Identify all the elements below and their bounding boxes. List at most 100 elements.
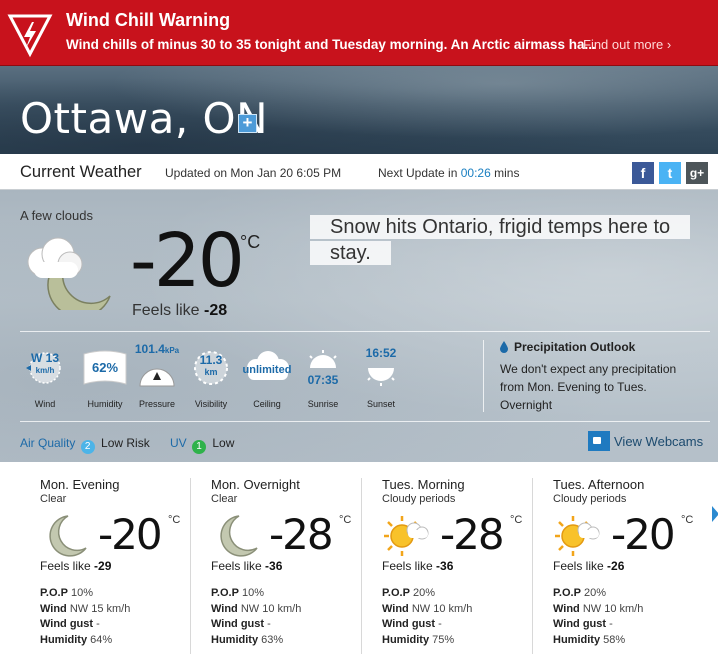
forecast-condition: Cloudy periods xyxy=(382,493,456,505)
find-out-more-link[interactable]: Find out more › xyxy=(583,37,671,52)
humidity-value: 62% xyxy=(91,360,119,375)
city-name: Ottawa, ON xyxy=(20,94,268,143)
current-conditions-panel: A few clouds -20 °C Feels like -28 Snow … xyxy=(0,190,718,462)
forecast-separator xyxy=(532,478,533,654)
gust-value: - xyxy=(267,618,271,630)
feels-like-value: -29 xyxy=(94,559,112,573)
wind-value: W 13 xyxy=(30,351,59,365)
current-feels-like: Feels like -28 xyxy=(132,302,227,320)
forecast-condition: Cloudy periods xyxy=(553,493,627,505)
precip-outlook-text: We don't expect any precipitation from M… xyxy=(500,362,677,412)
forecast-condition: Clear xyxy=(40,493,67,505)
forecast-temperature: -28 xyxy=(269,510,334,559)
humidity-row: Humidity 58% xyxy=(553,633,643,649)
feels-like-value: -28 xyxy=(204,302,228,319)
forecast-period: Mon. Evening xyxy=(40,477,120,492)
view-webcams-label[interactable]: View Webcams xyxy=(614,434,703,449)
wind-label: Wind xyxy=(40,602,67,615)
humidity-label: Humidity xyxy=(211,633,259,646)
humidity-value: 58% xyxy=(603,633,626,646)
wind-value: NW 15 km/h xyxy=(69,602,131,615)
air-quality-badge: 2 xyxy=(80,440,95,454)
gust-label: Wind gust xyxy=(211,618,265,630)
humidity-value: 63% xyxy=(261,633,284,646)
feels-like-value: -36 xyxy=(436,559,454,573)
gust-label: Wind gust xyxy=(553,618,607,630)
air-quality-risk: Low Risk xyxy=(101,436,150,450)
forecast-separator xyxy=(190,478,191,654)
forecast-temperature: -20 xyxy=(98,510,163,559)
news-headline[interactable]: Snow hits Ontario, frigid temps here to … xyxy=(310,214,691,266)
forecast-card: Mon. Evening Clear -20 °C Feels like -29… xyxy=(40,462,210,662)
gust-value: - xyxy=(96,618,100,630)
facebook-icon[interactable]: f xyxy=(632,162,654,184)
uv-label[interactable]: UV xyxy=(170,436,187,450)
pop-label: P.O.P xyxy=(553,587,581,599)
uv-index[interactable]: UV 1 Low xyxy=(170,436,234,454)
forecast-feels-like: Feels like -29 xyxy=(40,559,111,573)
add-city-button[interactable]: + xyxy=(238,114,257,133)
humidity-label: Humidity xyxy=(553,633,601,646)
humidity-row: Humidity 64% xyxy=(40,633,130,649)
forecast-details: P.O.P 10% Wind NW 10 km/h Wind gust - Hu… xyxy=(211,586,301,648)
gust-value: - xyxy=(438,618,442,630)
forecast-temp-unit: °C xyxy=(339,514,352,526)
next-update-unit: mins xyxy=(494,166,520,180)
forecast-card: Mon. Overnight Clear -28 °C Feels like -… xyxy=(211,462,381,662)
forecast-temp-unit: °C xyxy=(510,514,523,526)
pop-value: 10% xyxy=(71,587,94,599)
metric-wind: W 13 km/h Wind xyxy=(18,346,72,416)
humidity-row: Humidity 63% xyxy=(211,633,301,649)
forecast-feels-like: Feels like -36 xyxy=(382,559,453,573)
next-update-label: Next Update in xyxy=(378,166,458,180)
wind-unit: km/h xyxy=(35,366,55,375)
forecast-row: Mon. Evening Clear -20 °C Feels like -29… xyxy=(0,462,718,662)
feels-like-label: Feels like xyxy=(382,559,433,573)
forecast-temp-unit: °C xyxy=(681,514,694,526)
forecast-details: P.O.P 20% Wind NW 10 km/h Wind gust - Hu… xyxy=(553,586,643,648)
view-webcams-link[interactable]: View Webcams xyxy=(588,431,703,451)
wind-value: NW 10 km/h xyxy=(240,602,302,615)
pop-row: P.O.P 20% xyxy=(382,586,472,602)
next-forecast-arrow-icon[interactable] xyxy=(712,506,718,522)
wind-row: Wind NW 10 km/h xyxy=(553,602,643,618)
air-quality-label[interactable]: Air Quality xyxy=(20,436,75,450)
webcam-icon xyxy=(588,431,610,451)
current-weather-title: Current Weather xyxy=(20,163,142,181)
air-quality[interactable]: Air Quality 2 Low Risk xyxy=(20,436,150,454)
moon-icon xyxy=(49,515,87,557)
google-plus-icon[interactable]: g+ xyxy=(686,162,708,184)
pop-value: 10% xyxy=(242,587,265,599)
sun-cloud-icon xyxy=(384,516,429,556)
gust-row: Wind gust - xyxy=(553,617,643,633)
feels-like-label: Feels like xyxy=(211,559,262,573)
warning-banner[interactable]: Wind Chill Warning Wind chills of minus … xyxy=(0,0,718,66)
sunrise-value: 07:35 xyxy=(307,373,339,387)
sunset-label: Sunset xyxy=(366,399,396,409)
ceiling-value: unlimited xyxy=(242,364,292,376)
pressure-number: 101.4 xyxy=(134,342,165,356)
uv-risk: Low xyxy=(212,436,235,450)
forecast-details: P.O.P 10% Wind NW 15 km/h Wind gust - Hu… xyxy=(40,586,130,648)
current-temperature: -20 xyxy=(130,218,245,304)
twitter-icon[interactable]: t xyxy=(659,162,681,184)
news-headline-text[interactable]: Snow hits Ontario, frigid temps here to … xyxy=(310,215,691,265)
precip-outlook-title: Precipitation Outlook xyxy=(514,340,636,354)
warning-text: Wind chills of minus 30 to 35 tonight an… xyxy=(66,37,596,52)
feels-like-label: Feels like xyxy=(553,559,604,573)
pop-value: 20% xyxy=(413,587,436,599)
moon-cloud-icon xyxy=(27,237,111,310)
forecast-period: Mon. Overnight xyxy=(211,477,300,492)
gust-row: Wind gust - xyxy=(211,617,301,633)
divider xyxy=(20,331,710,332)
pop-label: P.O.P xyxy=(382,587,410,599)
forecast-card: Tues. Morning Cloudy periods -28 °C Feel… xyxy=(382,462,552,662)
lightning-warning-icon xyxy=(7,14,53,58)
wind-row: Wind NW 10 km/h xyxy=(211,602,301,618)
visibility-unit: km xyxy=(204,367,218,377)
pressure-value: 101.4kPa xyxy=(126,342,188,356)
gust-label: Wind gust xyxy=(382,618,436,630)
forecast-condition: Clear xyxy=(211,493,238,505)
forecast-details: P.O.P 20% Wind NW 10 km/h Wind gust - Hu… xyxy=(382,586,472,648)
warning-title: Wind Chill Warning xyxy=(66,10,231,30)
